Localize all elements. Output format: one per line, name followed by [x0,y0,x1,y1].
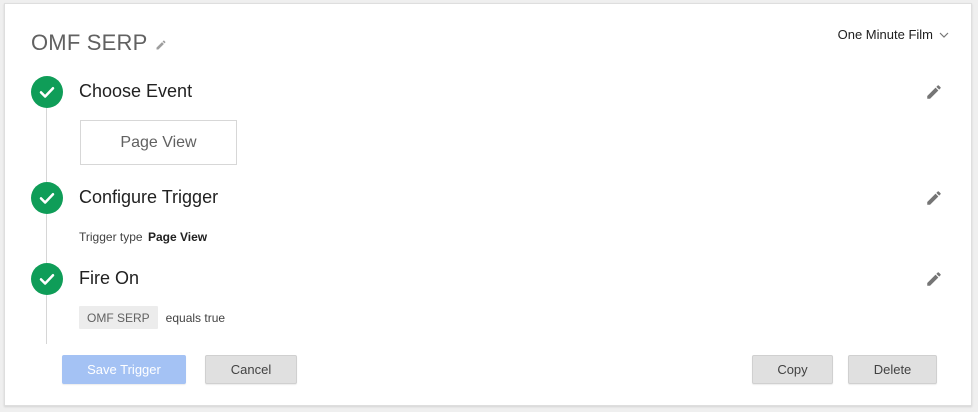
step-timeline-line [46,104,47,344]
pencil-icon[interactable] [925,189,943,207]
account-selector[interactable]: One Minute Film [838,27,949,42]
trigger-editor-card: OMF SERP One Minute Film Choose Event Pa… [4,3,972,406]
check-circle-icon [31,182,63,214]
check-circle-icon [31,76,63,108]
trigger-type-value: Page View [147,230,208,244]
account-name: One Minute Film [837,27,933,42]
pencil-icon[interactable] [925,83,943,101]
step-title-fire-on: Fire On [79,268,140,288]
fire-on-condition: OMF SERP equals true [79,306,225,329]
trigger-type-label: Trigger type [79,230,143,244]
delete-button[interactable]: Delete [848,355,937,384]
trigger-name[interactable]: OMF SERP [31,30,148,56]
title-row: OMF SERP [31,30,167,56]
check-circle-icon [31,263,63,295]
step-title-configure-trigger: Configure Trigger [79,187,219,207]
save-trigger-button[interactable]: Save Trigger [62,355,186,384]
event-type-tile[interactable]: Page View [80,120,237,165]
trigger-type-text: Trigger type Page View [79,230,207,244]
pencil-icon[interactable] [155,39,167,51]
step-title-choose-event: Choose Event [79,81,193,101]
pencil-icon[interactable] [925,270,943,288]
cancel-button[interactable]: Cancel [205,355,297,384]
chevron-down-icon [939,32,949,38]
condition-text: equals true [165,310,226,325]
copy-button[interactable]: Copy [752,355,833,384]
variable-chip: OMF SERP [79,306,158,329]
